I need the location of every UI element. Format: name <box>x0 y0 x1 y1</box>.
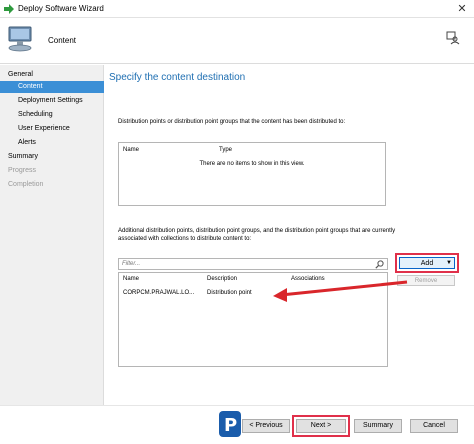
distributed-label: Distribution points or distribution poin… <box>118 119 346 125</box>
sidebar-item-progress: Progress <box>8 167 37 174</box>
wizard-step-sidebar: General Content Deployment Settings Sche… <box>0 65 104 405</box>
row-name-cell[interactable]: CORPCM.PRAJWAL.LO... <box>123 290 194 296</box>
cancel-button[interactable]: Cancel <box>410 419 458 433</box>
add-button-highlight: Add ▼ <box>395 253 459 273</box>
filter-input[interactable]: Filter... <box>118 258 388 270</box>
filter-placeholder: Filter... <box>122 261 141 267</box>
computer-icon <box>8 26 32 52</box>
brand-logo-icon: P <box>219 411 241 437</box>
sidebar-item-deployment-settings[interactable]: Deployment Settings <box>0 95 104 107</box>
chevron-down-icon: ▼ <box>446 260 452 266</box>
sidebar-item-alerts[interactable]: Alerts <box>0 137 104 149</box>
column-header-description[interactable]: Description <box>207 276 237 282</box>
sidebar-item-content[interactable]: Content <box>0 81 104 93</box>
content-page: Specify the content destination Distribu… <box>105 65 474 405</box>
sidebar-item-general[interactable]: General <box>0 69 104 81</box>
step-title: Content <box>48 36 77 45</box>
next-button-highlight: Next > <box>292 415 350 437</box>
column-header-name[interactable]: Name <box>123 276 139 282</box>
sidebar-item-completion: Completion <box>8 181 44 188</box>
column-header-type[interactable]: Type <box>219 147 232 153</box>
title-bar: Deploy Software Wizard ✕ <box>0 0 474 18</box>
svg-text:P: P <box>224 415 237 436</box>
wizard-header: Content <box>0 18 474 64</box>
previous-button[interactable]: < Previous <box>242 419 290 433</box>
column-header-name[interactable]: Name <box>123 147 139 153</box>
window-title: Deploy Software Wizard <box>18 4 104 13</box>
distributed-list[interactable]: Name Type There are no items to show in … <box>118 142 386 206</box>
sidebar-item-summary[interactable]: Summary <box>0 151 104 163</box>
additional-label: Additional distribution points, distribu… <box>118 228 396 242</box>
wizard-app-icon <box>4 4 14 14</box>
wizard-footer: P < Previous Next > Summary Cancel <box>0 405 474 444</box>
annotation-arrow-icon <box>273 280 408 302</box>
close-icon[interactable]: ✕ <box>454 1 470 17</box>
row-description-cell[interactable]: Distribution point <box>207 290 252 296</box>
user-help-icon[interactable] <box>446 31 460 45</box>
add-button[interactable]: Add ▼ <box>399 257 455 269</box>
empty-list-message: There are no items to show in this view. <box>199 161 305 167</box>
search-icon <box>375 260 384 269</box>
next-button[interactable]: Next > <box>296 419 346 433</box>
sidebar-item-scheduling[interactable]: Scheduling <box>0 109 104 121</box>
add-button-label: Add <box>420 260 434 267</box>
summary-button[interactable]: Summary <box>354 419 402 433</box>
sidebar-item-user-experience[interactable]: User Experience <box>0 123 104 135</box>
page-heading: Specify the content destination <box>109 72 246 83</box>
